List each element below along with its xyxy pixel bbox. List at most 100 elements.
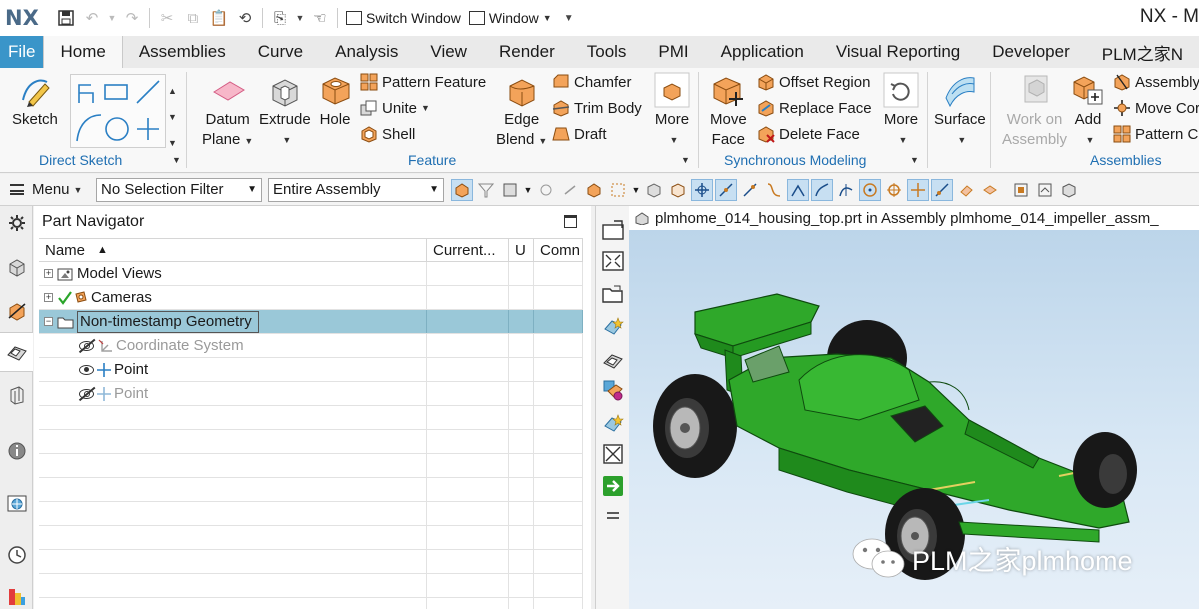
switch-window-button[interactable]: Switch Window bbox=[346, 10, 461, 26]
tab-tools[interactable]: Tools bbox=[571, 36, 643, 68]
shell-button[interactable]: Shell bbox=[360, 125, 415, 143]
feature-group-menu-icon[interactable]: ▼ bbox=[681, 155, 690, 165]
expand-icon[interactable]: + bbox=[44, 293, 53, 302]
solid-face-icon[interactable] bbox=[583, 179, 605, 201]
tab-view[interactable]: View bbox=[414, 36, 483, 68]
window-dropdown-icon[interactable]: ▼ bbox=[295, 7, 305, 29]
save-icon[interactable] bbox=[55, 7, 77, 29]
web-browser-icon[interactable] bbox=[4, 490, 29, 515]
select-body-icon[interactable] bbox=[499, 179, 521, 201]
work-on-assembly-button[interactable]: Work on Assembly bbox=[1002, 72, 1067, 150]
redo-icon[interactable]: ↷ bbox=[121, 7, 143, 29]
point-icon[interactable] bbox=[137, 118, 159, 140]
menu-button[interactable]: Menu ▼ bbox=[10, 181, 96, 198]
graphics-viewport[interactable]: PLM之家plmhome bbox=[629, 230, 1199, 609]
snap-point-on-curve-icon[interactable] bbox=[907, 178, 929, 201]
surface-dropdown-icon[interactable]: ▼ bbox=[957, 130, 966, 150]
copy-icon[interactable]: ⧉ bbox=[182, 7, 204, 29]
close-view-icon[interactable] bbox=[600, 442, 626, 466]
layer-icon[interactable] bbox=[1034, 179, 1056, 201]
model-cube-icon[interactable] bbox=[1058, 179, 1080, 201]
visible-eye-icon[interactable] bbox=[79, 364, 94, 375]
snap-curve-icon[interactable] bbox=[763, 179, 785, 201]
link-icon[interactable] bbox=[559, 179, 581, 201]
add-component-button[interactable]: Add ▼ bbox=[1070, 72, 1106, 150]
add-dropdown-icon[interactable]: ▼ bbox=[1086, 130, 1095, 150]
tree-row[interactable]: Coordinate System bbox=[39, 334, 583, 358]
touch-mode-icon[interactable]: ☜ bbox=[309, 7, 331, 29]
selection-dropdown-icon[interactable]: ▼ bbox=[523, 179, 533, 201]
tab-render[interactable]: Render bbox=[483, 36, 571, 68]
paste-icon[interactable]: 📋 bbox=[208, 7, 230, 29]
star-tools-icon[interactable] bbox=[600, 412, 626, 436]
move-face-button[interactable]: Move Face bbox=[710, 72, 747, 150]
unite-dropdown-icon[interactable]: ▼ bbox=[421, 103, 430, 113]
selection-filter-select[interactable]: No Selection Filter ▼ bbox=[96, 177, 262, 202]
extrude-dropdown-icon[interactable]: ▼ bbox=[282, 130, 291, 150]
selection-dropdown-icon[interactable]: ▼ bbox=[631, 179, 641, 201]
arrow-right-icon[interactable] bbox=[600, 474, 626, 498]
clock-icon[interactable] bbox=[4, 542, 29, 567]
snap-endpoint-icon[interactable] bbox=[691, 178, 713, 201]
collapse-icon[interactable]: − bbox=[44, 317, 53, 326]
tab-assemblies[interactable]: Assemblies bbox=[123, 36, 242, 68]
selection-scope-select[interactable]: Entire Assembly ▼ bbox=[268, 177, 444, 202]
tree-row[interactable]: Point bbox=[39, 358, 583, 382]
arc-icon[interactable] bbox=[76, 114, 102, 142]
palette-icon[interactable] bbox=[4, 584, 29, 609]
tab-analysis[interactable]: Analysis bbox=[319, 36, 414, 68]
window-menu-button[interactable]: Window ▼ bbox=[468, 10, 552, 26]
undo-icon[interactable]: ↶ bbox=[81, 7, 103, 29]
offset-region-button[interactable]: Offset Region bbox=[757, 73, 870, 91]
column-header-current[interactable]: Current... bbox=[427, 239, 509, 261]
tab-curve[interactable]: Curve bbox=[242, 36, 319, 68]
snap-center-icon[interactable] bbox=[859, 178, 881, 201]
extrude-button[interactable]: Extrude ▼ bbox=[259, 72, 311, 150]
column-header-name[interactable]: Name ▲ bbox=[39, 239, 427, 261]
snap-bounded-icon[interactable] bbox=[955, 179, 977, 201]
wireframe-cube-icon[interactable] bbox=[667, 179, 689, 201]
maximize-icon[interactable] bbox=[564, 215, 577, 228]
assembly-constraints-button[interactable]: Assembly bbox=[1113, 73, 1199, 91]
draft-button[interactable]: Draft bbox=[552, 125, 607, 143]
snap-tangent-icon[interactable] bbox=[835, 179, 857, 201]
filter-icon[interactable] bbox=[475, 179, 497, 201]
column-header-u[interactable]: U bbox=[509, 239, 534, 261]
tab-file[interactable]: File bbox=[0, 36, 44, 68]
sketch-gallery-scroll[interactable]: ▲ ▼ ▼ bbox=[168, 78, 177, 156]
cut-icon[interactable]: ✂ bbox=[156, 7, 178, 29]
snap-existing-point-icon[interactable] bbox=[979, 179, 1001, 201]
edge-blend-button[interactable]: Edge Blend ▼ bbox=[496, 72, 547, 151]
snap-quadrant-icon[interactable] bbox=[883, 179, 905, 201]
customize-toolbar-icon[interactable]: ▼ bbox=[558, 7, 580, 29]
sketch-button[interactable]: Sketch bbox=[12, 72, 58, 130]
tree-row[interactable]: Point bbox=[39, 382, 583, 406]
equals-icon[interactable] bbox=[600, 504, 626, 528]
tree-row[interactable]: + Model Views bbox=[39, 262, 583, 286]
line-icon[interactable] bbox=[136, 80, 160, 104]
unite-button[interactable]: Unite ▼ bbox=[360, 99, 430, 117]
snap-arc-center-icon[interactable] bbox=[811, 178, 833, 201]
expand-icon[interactable]: + bbox=[44, 269, 53, 278]
tab-home[interactable]: Home bbox=[43, 36, 123, 68]
gear-icon[interactable] bbox=[4, 210, 29, 235]
constraint-navigator-icon[interactable] bbox=[4, 298, 29, 323]
tab-developer[interactable]: Developer bbox=[976, 36, 1086, 68]
fit-view-icon[interactable] bbox=[600, 249, 626, 273]
delete-face-button[interactable]: Delete Face bbox=[757, 125, 860, 143]
shaded-view-icon[interactable] bbox=[600, 348, 626, 372]
snap-midpoint-icon[interactable] bbox=[715, 178, 737, 201]
snap-point-icon[interactable] bbox=[535, 179, 557, 201]
repeat-command-icon[interactable]: ⟲ bbox=[234, 7, 256, 29]
tree-row-selected[interactable]: − Non-timestamp Geometry bbox=[39, 310, 583, 334]
hidden-eye-icon[interactable] bbox=[79, 388, 94, 399]
hidden-eye-icon[interactable] bbox=[79, 340, 94, 351]
hole-button[interactable]: Hole bbox=[317, 72, 353, 130]
circle-icon[interactable] bbox=[105, 117, 129, 141]
rectangle-icon[interactable] bbox=[104, 84, 128, 100]
pattern-feature-button[interactable]: Pattern Feature bbox=[360, 73, 486, 91]
viewport-tab[interactable]: plmhome_014_housing_top.prt in Assembly … bbox=[629, 206, 1199, 230]
datum-plane-button[interactable]: Datum Plane ▼ bbox=[202, 72, 253, 151]
trim-body-button[interactable]: Trim Body bbox=[552, 99, 642, 117]
palette-view-icon[interactable] bbox=[600, 378, 626, 402]
